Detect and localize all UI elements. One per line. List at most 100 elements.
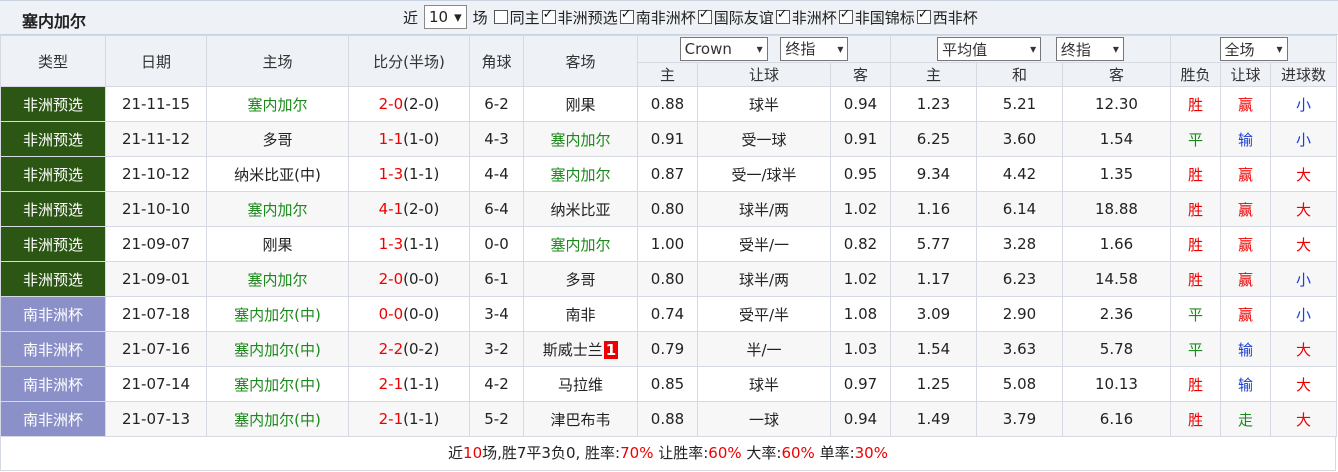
type-cell[interactable]: 南非洲杯: [0, 296, 106, 332]
checkbox-icon[interactable]: [838, 7, 853, 24]
type-cell[interactable]: 南非洲杯: [0, 366, 106, 402]
company-select[interactable]: Crown ▾: [679, 37, 768, 62]
goals-result-cell: 大: [1270, 401, 1337, 437]
match-count-select[interactable]: 10 ▾: [424, 5, 467, 29]
scope-select[interactable]: 全场 ▾: [1219, 37, 1288, 61]
away-team-cell[interactable]: 津巴布韦: [523, 401, 638, 437]
away-team-cell[interactable]: 南非: [523, 296, 638, 332]
checkbox-icon[interactable]: [619, 7, 634, 24]
checkbox-icon[interactable]: [916, 7, 931, 24]
away-team-cell[interactable]: 斯威士兰 1: [523, 331, 638, 367]
handicap-odds-type-select[interactable]: 终指 ▾: [780, 36, 849, 61]
away-team-cell[interactable]: 刚果: [523, 86, 638, 122]
handicap-line: 一球: [697, 401, 831, 437]
home-team-cell[interactable]: 刚果: [206, 226, 349, 262]
type-cell[interactable]: 非洲预选: [0, 121, 106, 157]
half-score: (1-0): [403, 130, 440, 148]
home-team-cell[interactable]: 多哥: [206, 121, 349, 157]
handicap-home-odds: 0.80: [637, 191, 698, 227]
europe-draw-odds: 6.23: [976, 261, 1063, 297]
filter-option[interactable]: 非洲杯: [774, 7, 837, 28]
home-team-cell[interactable]: 塞内加尔(中): [206, 401, 349, 437]
away-team-cell[interactable]: 塞内加尔: [523, 156, 638, 192]
score-cell: 1-3(1-1): [348, 226, 470, 262]
home-team-cell[interactable]: 塞内加尔(中): [206, 331, 349, 367]
europe-odds-type-select[interactable]: 终指 ▾: [1055, 37, 1124, 61]
europe-away-odds: 5.78: [1062, 331, 1171, 367]
table-row: 非洲预选 21-09-07 刚果 1-3(1-1) 0-0 塞内加尔 1.00 受半/一 0.8…: [0, 226, 1337, 262]
away-team-cell[interactable]: 马拉维: [523, 366, 638, 402]
handicap-home-odds: 0.88: [637, 401, 698, 437]
checkbox-icon[interactable]: [697, 7, 712, 24]
filter-option[interactable]: 同主: [492, 7, 540, 28]
corner-cell: 3-2: [469, 331, 524, 367]
type-cell[interactable]: 南非洲杯: [0, 401, 106, 437]
handicap-away-odds: 1.02: [830, 261, 891, 297]
date-cell: 21-07-16: [105, 331, 207, 367]
half-score: (2-0): [403, 200, 440, 218]
europe-draw-odds: 5.21: [976, 86, 1063, 122]
col-date: 日期: [105, 35, 207, 87]
type-cell[interactable]: 非洲预选: [0, 86, 106, 122]
away-team-name: 津巴布韦: [550, 410, 611, 429]
filter-option[interactable]: 西非杯: [915, 7, 978, 28]
type-cell[interactable]: 非洲预选: [0, 226, 106, 262]
corner-cell: 0-0: [469, 226, 524, 262]
goals-result-cell: 大: [1270, 156, 1337, 192]
europe-away-odds: 1.54: [1062, 121, 1171, 157]
type-cell[interactable]: 非洲预选: [0, 261, 106, 297]
handicap-result-cell: 输: [1220, 121, 1271, 157]
type-cell[interactable]: 非洲预选: [0, 191, 106, 227]
home-team-cell[interactable]: 塞内加尔: [206, 191, 349, 227]
filter-checkbox-group: 同主非洲预选南非洲杯国际友谊非洲杯非国锦标西非杯: [492, 7, 978, 28]
score-cell: 2-0(0-0): [348, 261, 470, 297]
away-team-name: 刚果: [565, 95, 596, 114]
checkbox-icon[interactable]: [775, 7, 790, 24]
checkbox-icon[interactable]: [493, 10, 508, 24]
away-team-name: 南非: [565, 305, 596, 324]
europe-home-odds: 3.09: [890, 296, 977, 332]
home-team-cell[interactable]: 纳米比亚(中): [206, 156, 349, 192]
corner-cell: 4-4: [469, 156, 524, 192]
away-team-cell[interactable]: 塞内加尔: [523, 226, 638, 262]
europe-away-odds: 18.88: [1062, 191, 1171, 227]
result-cell: 胜: [1170, 366, 1221, 402]
home-team-cell[interactable]: 塞内加尔(中): [206, 366, 349, 402]
filter-option[interactable]: 非洲预选: [540, 7, 618, 28]
full-score: 2-2: [378, 340, 404, 358]
handicap-header: Crown ▾ 终指 ▾: [637, 35, 891, 63]
handicap-away-odds: 1.08: [830, 296, 891, 332]
col-handicap-home: 主: [637, 62, 698, 87]
average-select[interactable]: 平均值 ▾: [937, 37, 1042, 61]
handicap-result-cell: 走: [1220, 401, 1271, 437]
type-cell[interactable]: 非洲预选: [0, 156, 106, 192]
away-team-cell[interactable]: 纳米比亚: [523, 191, 638, 227]
col-handicap: 让球: [697, 62, 831, 87]
filter-option[interactable]: 非国锦标: [837, 7, 915, 28]
score-cell: 1-1(1-0): [348, 121, 470, 157]
corner-cell: 5-2: [469, 401, 524, 437]
chevron-down-icon: ▾: [756, 42, 763, 57]
home-team-cell[interactable]: 塞内加尔(中): [206, 296, 349, 332]
filter-option[interactable]: 国际友谊: [696, 7, 774, 28]
away-team-cell[interactable]: 塞内加尔: [523, 121, 638, 157]
chevron-down-icon: ▾: [1030, 42, 1037, 56]
europe-away-odds: 1.66: [1062, 226, 1171, 262]
away-team-name: 塞内加尔: [550, 130, 611, 149]
europe-away-odds: 14.58: [1062, 261, 1171, 297]
table-row: 非洲预选 21-11-12 多哥 1-1(1-0) 4-3 塞内加尔 0.91 受一球 0.91…: [0, 121, 1337, 157]
home-team-cell[interactable]: 塞内加尔: [206, 86, 349, 122]
filter-option[interactable]: 南非洲杯: [618, 7, 696, 28]
checkbox-icon[interactable]: [541, 7, 556, 24]
home-team-cell[interactable]: 塞内加尔: [206, 261, 349, 297]
col-europe-home: 主: [890, 62, 977, 87]
handicap-home-odds: 0.80: [637, 261, 698, 297]
filter-option-label: 非洲杯: [791, 8, 837, 27]
result-cell: 平: [1170, 296, 1221, 332]
goals-result-cell: 小: [1270, 261, 1337, 297]
full-score: 2-1: [378, 375, 404, 393]
type-cell[interactable]: 南非洲杯: [0, 331, 106, 367]
handicap-result-cell: 赢: [1220, 226, 1271, 262]
handicap-result-cell: 赢: [1220, 86, 1271, 122]
away-team-cell[interactable]: 多哥: [523, 261, 638, 297]
